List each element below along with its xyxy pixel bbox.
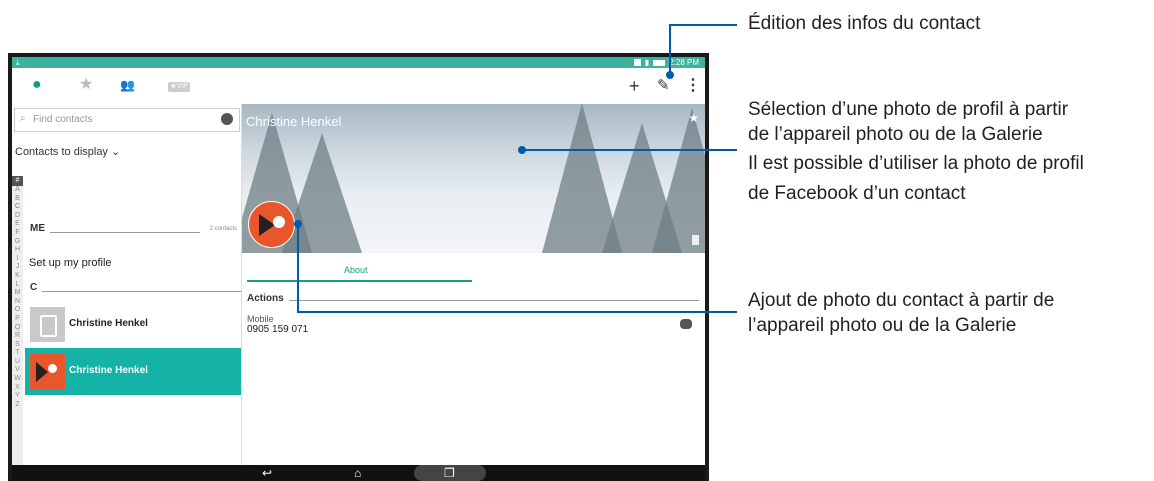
app-bar: ● ★ 👥 ★VIP + ✎ ⋮ bbox=[12, 68, 705, 104]
alpha-letter[interactable]: L bbox=[16, 281, 20, 290]
section-header-me: ME bbox=[30, 223, 45, 234]
section-divider bbox=[42, 291, 241, 292]
section-divider bbox=[289, 300, 699, 301]
tab-indicator bbox=[247, 280, 472, 282]
tab-contacts-person-icon[interactable]: ● bbox=[32, 75, 42, 95]
contact-name: Christine Henkel bbox=[69, 318, 148, 329]
search-placeholder: Find contacts bbox=[33, 114, 93, 125]
actions-heading: Actions bbox=[247, 293, 284, 304]
alpha-letter[interactable]: I bbox=[17, 255, 19, 264]
tab-vip[interactable]: ★VIP bbox=[168, 82, 190, 92]
callout-cover-line3: Il est possible d’utiliser la photo de p… bbox=[748, 153, 1084, 174]
alphabet-index[interactable]: # A B C D E F G H I J K L M N O P Q R S bbox=[12, 176, 23, 465]
callout-photo-line2: l’appareil photo ou de la Galerie bbox=[748, 315, 1017, 336]
recent-apps-button[interactable]: ❐ bbox=[414, 465, 486, 481]
contact-detail-name: Christine Henkel bbox=[246, 114, 342, 129]
setup-profile-link[interactable]: Set up my profile bbox=[29, 257, 112, 269]
phone-type-label: Mobile bbox=[247, 314, 274, 324]
alpha-letter[interactable]: M bbox=[15, 289, 21, 298]
tablet-frame: ⤓ ▮ 2:28 PM ● ★ 👥 ★VIP + ✎ ⋮ ⌕ Find cont… bbox=[8, 53, 709, 481]
alpha-letter[interactable]: N bbox=[15, 298, 20, 307]
contacts-to-display-label: Contacts to display bbox=[15, 146, 108, 158]
cover-photo[interactable]: Christine Henkel ★ bbox=[242, 104, 705, 253]
alpha-letter[interactable]: G bbox=[15, 238, 20, 247]
status-time: 2:28 PM bbox=[669, 58, 699, 67]
section-header-c: C bbox=[30, 282, 38, 293]
navigation-bar: ↩ ⌂ ❐ bbox=[12, 465, 705, 481]
contact-count: 2 contacts bbox=[209, 226, 237, 232]
edit-pencil-icon[interactable]: ✎ bbox=[657, 76, 670, 96]
contact-detail-pane: Christine Henkel ★ About Actions Mobile … bbox=[242, 104, 705, 465]
alpha-letter[interactable]: X bbox=[15, 384, 20, 393]
contact-row-selected[interactable]: Christine Henkel bbox=[25, 348, 241, 395]
alpha-letter[interactable]: P bbox=[15, 315, 20, 324]
alpha-letter[interactable]: R bbox=[15, 332, 20, 341]
chevron-down-icon: ⌄ bbox=[111, 146, 121, 158]
contact-row[interactable]: Christine Henkel bbox=[25, 301, 241, 348]
callout-edit: Édition des infos du contact bbox=[748, 13, 981, 34]
favorite-star-icon[interactable]: ★ bbox=[688, 111, 699, 125]
section-divider bbox=[50, 232, 200, 233]
contact-photo[interactable] bbox=[248, 201, 295, 248]
alpha-letter[interactable]: Z bbox=[15, 401, 19, 410]
alpha-letter[interactable]: H bbox=[15, 246, 20, 255]
alpha-letter[interactable]: Y bbox=[15, 392, 20, 401]
cover-edit-icon[interactable] bbox=[692, 235, 699, 245]
alpha-letter[interactable]: B bbox=[15, 195, 20, 204]
alpha-letter[interactable]: F bbox=[15, 229, 19, 238]
signal-icon: ▮ bbox=[644, 58, 650, 67]
voice-search-icon[interactable] bbox=[221, 113, 233, 125]
sim-indicator-icon bbox=[633, 59, 641, 66]
alpha-letter[interactable]: J bbox=[16, 263, 20, 272]
download-icon: ⤓ bbox=[16, 58, 20, 67]
search-input[interactable]: ⌕ Find contacts bbox=[14, 108, 240, 132]
zenfone-avatar-icon bbox=[30, 354, 65, 389]
alpha-letter[interactable]: S bbox=[15, 341, 20, 350]
tab-about[interactable]: About bbox=[344, 265, 368, 275]
alpha-letter[interactable]: Q bbox=[15, 324, 20, 333]
battery-icon bbox=[653, 59, 666, 66]
contacts-to-display-dropdown[interactable]: Contacts to display ⌄ bbox=[15, 145, 120, 158]
alpha-letter[interactable]: U bbox=[15, 358, 20, 367]
phone-number[interactable]: 0905 159 071 bbox=[247, 324, 308, 335]
alpha-letter[interactable]: C bbox=[15, 203, 20, 212]
home-icon[interactable]: ⌂ bbox=[354, 465, 361, 481]
callout-cover-line4: de Facebook d’un contact bbox=[748, 183, 966, 204]
more-options-icon[interactable]: ⋮ bbox=[685, 76, 701, 96]
alpha-letter[interactable]: K bbox=[15, 272, 20, 281]
alpha-letter[interactable]: O bbox=[15, 306, 20, 315]
contact-list-pane: ⌕ Find contacts Contacts to display ⌄ # … bbox=[12, 104, 242, 465]
status-bar: ⤓ ▮ 2:28 PM bbox=[12, 57, 705, 68]
recent-apps-icon: ❐ bbox=[444, 466, 455, 480]
alpha-letter[interactable]: T bbox=[15, 349, 19, 358]
back-icon[interactable]: ↩ bbox=[262, 465, 272, 481]
alpha-hash[interactable]: # bbox=[12, 176, 23, 186]
callout-photo-line1: Ajout de photo du contact à partir de bbox=[748, 290, 1055, 311]
search-icon: ⌕ bbox=[20, 113, 26, 124]
alpha-letter[interactable]: D bbox=[15, 212, 20, 221]
message-icon[interactable] bbox=[680, 319, 692, 329]
alpha-letter[interactable]: E bbox=[15, 220, 20, 229]
callout-cover-line2: de l’appareil photo ou de la Galerie bbox=[748, 124, 1043, 145]
tab-groups-icon[interactable]: 👥 bbox=[120, 75, 135, 95]
tablet-screen: ⤓ ▮ 2:28 PM ● ★ 👥 ★VIP + ✎ ⋮ ⌕ Find cont… bbox=[12, 57, 705, 481]
add-contact-plus-icon[interactable]: + bbox=[629, 76, 640, 96]
alpha-letter[interactable]: V bbox=[15, 366, 20, 375]
callout-cover-line1: Sélection d’une photo de profil à partir bbox=[748, 99, 1069, 120]
alpha-letter[interactable]: A bbox=[15, 186, 20, 195]
alpha-letter[interactable]: W bbox=[14, 375, 21, 384]
tab-favorites-star-icon[interactable]: ★ bbox=[79, 75, 93, 95]
contact-name: Christine Henkel bbox=[69, 365, 148, 376]
sim-card-icon bbox=[30, 307, 65, 342]
